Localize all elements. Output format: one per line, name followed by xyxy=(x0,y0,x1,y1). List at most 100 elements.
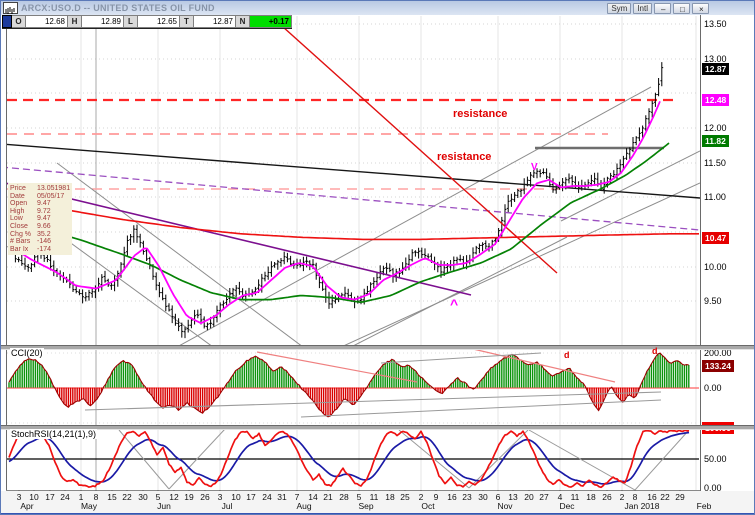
time-axis-month-label: Jun xyxy=(157,501,171,511)
major-trendline xyxy=(1,167,700,230)
data-window-value: 9.47 xyxy=(37,215,70,223)
price-axis-badge: 10.47 xyxy=(702,232,729,244)
quote-field-label: H xyxy=(68,15,82,28)
time-axis-day-label: 30 xyxy=(478,492,487,502)
price-axis-label: 13.50 xyxy=(704,19,727,29)
data-window-field: Low xyxy=(10,215,37,223)
time-axis-month-label: Oct xyxy=(421,501,434,511)
ma-mid-green xyxy=(9,143,669,302)
intl-button[interactable]: Intl xyxy=(633,3,652,14)
data-window-row: Price13.051981 xyxy=(10,185,70,193)
time-axis-day-label: 26 xyxy=(200,492,209,502)
data-window-field: Price xyxy=(10,185,37,193)
restore-button[interactable]: □ xyxy=(673,3,690,14)
time-axis-month-label: Dec xyxy=(559,501,574,511)
data-window: Price13.051981Date05/05/17Open9.47High9.… xyxy=(8,183,72,255)
cci-panel[interactable] xyxy=(7,349,699,417)
chart-annotation: V xyxy=(531,162,538,173)
time-axis-day-label: 28 xyxy=(339,492,348,502)
panel-splitter-cci[interactable] xyxy=(1,345,755,350)
price-axis-label: 12.00 xyxy=(704,123,727,133)
data-window-value: 05/05/17 xyxy=(37,193,70,201)
close-button[interactable]: × xyxy=(692,3,709,14)
time-axis-day-label: 30 xyxy=(138,492,147,502)
price-axis-badge: 11.82 xyxy=(702,135,729,147)
time-axis-day-label: 15 xyxy=(107,492,116,502)
data-window-field: # Bars xyxy=(10,238,37,246)
minimize-button[interactable]: – xyxy=(654,3,671,14)
data-window-row: High9.72 xyxy=(10,208,70,216)
chart-annotation: resistance xyxy=(453,108,507,120)
price-axis-badge: 12.48 xyxy=(702,94,729,106)
sym-button[interactable]: Sym xyxy=(607,3,631,14)
quote-field-value: 12.68 xyxy=(26,15,68,28)
time-axis-day-label: 29 xyxy=(675,492,684,502)
chart-annotation: ^ xyxy=(450,296,458,312)
time-axis-day-label: 23 xyxy=(462,492,471,502)
data-window-value: -146 xyxy=(37,238,70,246)
time-axis-day-label: 26 xyxy=(602,492,611,502)
app-icon xyxy=(3,2,18,14)
gridlines xyxy=(7,16,699,490)
time-axis-day-label: 18 xyxy=(586,492,595,502)
time-axis-month-label: Apr xyxy=(20,501,33,511)
window-title: ARCX:USO.D -- UNITED STATES OIL FUND xyxy=(21,3,215,13)
time-axis-day-label: 25 xyxy=(400,492,409,502)
panel-splitter-stoch[interactable] xyxy=(1,425,755,430)
quote-field-value: 12.89 xyxy=(82,15,124,28)
data-window-field: Open xyxy=(10,200,37,208)
cci-axis-label: 0.00 xyxy=(704,383,722,393)
panel-frames xyxy=(1,15,755,514)
chart-annotation: resistance xyxy=(437,151,491,163)
price-axis-label: 10.00 xyxy=(704,262,727,272)
time-axis-day-label: 27 xyxy=(539,492,548,502)
data-window-field: Close xyxy=(10,223,37,231)
time-axis-day-label: 24 xyxy=(60,492,69,502)
price-axis-label: 9.50 xyxy=(704,296,722,306)
time-axis-month-label: Jul xyxy=(222,501,233,511)
data-window-value: 9.72 xyxy=(37,208,70,216)
quote-field-value: 12.65 xyxy=(138,15,180,28)
time-axis-month-label: Sep xyxy=(358,501,373,511)
time-axis-day-label: 24 xyxy=(262,492,271,502)
data-window-field: Chg % xyxy=(10,231,37,239)
cci-axis-badge: 133.24 xyxy=(702,360,734,372)
quote-bar: O12.68H12.89L12.65T12.87N+0.17 xyxy=(2,15,292,29)
quote-bar-marker xyxy=(2,15,12,28)
major-trendline xyxy=(263,9,557,273)
data-window-row: # Bars-146 xyxy=(10,238,70,246)
data-window-field: Bar Ix xyxy=(10,246,37,254)
time-axis-day-label: 18 xyxy=(385,492,394,502)
major-trendline xyxy=(1,144,700,198)
stochrsi-panel-label: StochRSI(14,21(1),9) xyxy=(10,429,97,439)
chart-annotation: d xyxy=(652,346,658,356)
gray-trendline xyxy=(177,87,651,347)
time-axis-day-label: 10 xyxy=(231,492,240,502)
quote-field-value: 12.87 xyxy=(194,15,236,28)
data-window-row: Date05/05/17 xyxy=(10,193,70,201)
time-axis: 3101724181522305121926310172431714212851… xyxy=(1,491,755,513)
time-axis-day-label: 19 xyxy=(184,492,193,502)
time-axis-day-label: 22 xyxy=(660,492,669,502)
title-bar: ARCX:USO.D -- UNITED STATES OIL FUND Sym… xyxy=(1,1,754,15)
titlebar-controls: Sym Intl – □ × xyxy=(605,3,709,14)
chart-window: ARCX:USO.D -- UNITED STATES OIL FUND Sym… xyxy=(0,0,755,515)
chart-svg[interactable] xyxy=(1,1,755,515)
data-window-field: High xyxy=(10,208,37,216)
data-window-row: Close9.66 xyxy=(10,223,70,231)
gray-trendline xyxy=(339,183,700,348)
quote-field-label: T xyxy=(180,15,194,28)
time-axis-day-label: 20 xyxy=(524,492,533,502)
time-axis-day-label: 17 xyxy=(45,492,54,502)
price-panel[interactable] xyxy=(1,9,700,348)
time-axis-month-label: May xyxy=(81,501,97,511)
time-axis-month-label: Nov xyxy=(497,501,512,511)
data-window-field: Date xyxy=(10,193,37,201)
data-window-value: 9.47 xyxy=(37,200,70,208)
time-axis-day-label: 21 xyxy=(323,492,332,502)
price-axis-label: 11.00 xyxy=(704,192,726,202)
cci-panel-label: CCI(20) xyxy=(10,348,44,358)
data-window-value: 35.2 xyxy=(37,231,70,239)
stochrsi-panel[interactable] xyxy=(7,429,699,490)
time-axis-day-label: 17 xyxy=(246,492,255,502)
